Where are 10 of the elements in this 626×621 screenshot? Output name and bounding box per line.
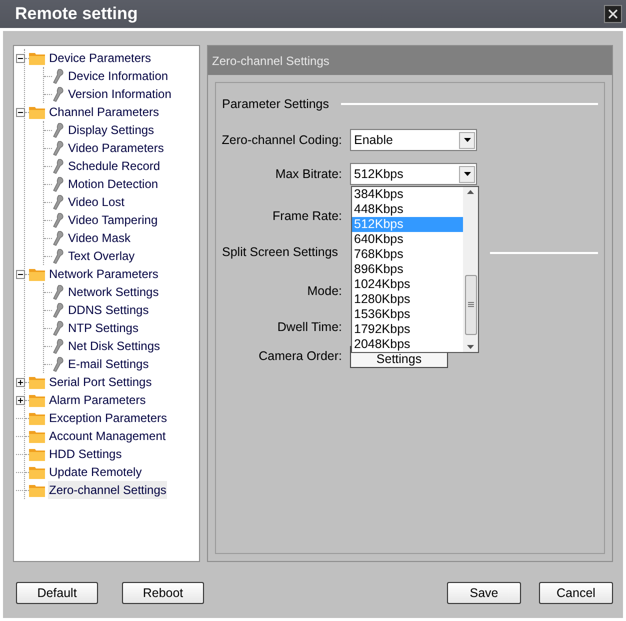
field-label: Dwell Time: xyxy=(276,319,342,336)
window-title: Remote setting xyxy=(15,3,138,26)
field-label: Frame Rate: xyxy=(272,208,342,225)
section-heading: Parameter Settings xyxy=(222,96,329,113)
section-heading: Split Screen Settings xyxy=(222,244,338,262)
field-label: Max Bitrate: xyxy=(274,166,342,183)
field-label: Zero-channel Coding: xyxy=(220,132,342,149)
panel-header: Zero-channel Settings xyxy=(208,46,612,75)
field-label: Mode: xyxy=(306,283,342,300)
field-label: Camera Order: xyxy=(258,348,342,366)
